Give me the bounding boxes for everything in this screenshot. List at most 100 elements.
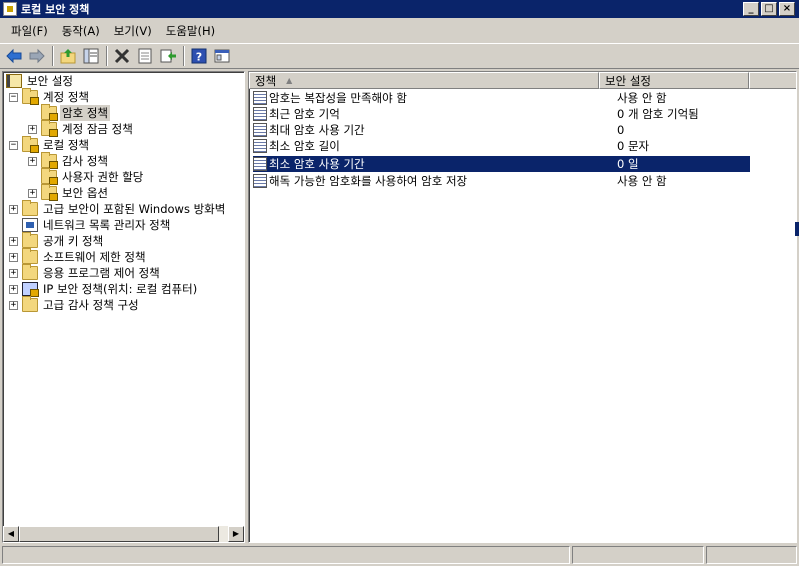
help-icon[interactable]: ? (188, 45, 210, 67)
scroll-right-icon[interactable]: ▶ (228, 526, 244, 542)
tree-item-label: 네트워크 목록 관리자 정책 (43, 218, 171, 232)
folder-lock-icon (41, 168, 58, 185)
network-list-icon (22, 218, 38, 232)
folder-icon (22, 248, 38, 264)
expand-toggle[interactable]: + (28, 188, 37, 198)
tree-item-advanced-audit[interactable]: + 고급 감사 정책 구성 (9, 296, 141, 313)
policy-icon (253, 139, 267, 153)
tree-item-account-lockout-policy[interactable]: + 계정 잠금 정책 (28, 120, 135, 137)
folder-lock-icon (41, 152, 58, 169)
minimize-button[interactable]: _ (743, 2, 759, 16)
expand-toggle[interactable]: + (9, 204, 18, 214)
console-tree-icon[interactable] (211, 45, 233, 67)
tree-item-account-policies[interactable]: − 계정 정책 (9, 88, 91, 105)
tree-item-software-restriction[interactable]: + 소프트웨어 제한 정책 (9, 248, 148, 265)
column-header-label: 정책 (255, 73, 277, 88)
status-panel (572, 546, 704, 564)
policy-name: 최소 암호 길이 (269, 139, 340, 153)
expand-toggle[interactable]: + (9, 300, 18, 310)
up-folder-icon[interactable] (57, 45, 79, 67)
list-row-selected[interactable]: 최소 암호 사용 기간 0 일 (253, 156, 750, 172)
tree-item-application-control[interactable]: + 응용 프로그램 제어 정책 (9, 264, 162, 281)
folder-icon (22, 264, 38, 280)
tree-item-audit-policy[interactable]: + 감사 정책 (28, 152, 110, 169)
app-icon (3, 2, 17, 16)
menu-action[interactable]: 동작(A) (55, 21, 107, 41)
status-panel (2, 546, 570, 564)
security-settings-icon (6, 74, 22, 88)
forward-icon[interactable] (26, 45, 48, 67)
tree-item-label: 암호 정책 (60, 105, 110, 121)
ip-security-icon (22, 282, 39, 297)
title-bar: 로컬 보안 정책 _ □ × (0, 0, 799, 18)
tree-item-security-options[interactable]: + 보안 옵션 (28, 184, 110, 201)
menu-view[interactable]: 보기(V) (107, 21, 159, 41)
policy-icon (253, 123, 267, 137)
policy-setting: 사용 안 함 (617, 91, 667, 105)
expand-toggle[interactable]: + (9, 236, 18, 246)
list-row[interactable]: 최근 암호 기억 0 개 암호 기억됨 (253, 106, 750, 122)
tree-item-label: 계정 잠금 정책 (62, 122, 133, 136)
policy-name: 최소 암호 사용 기간 (269, 157, 365, 171)
maximize-button[interactable]: □ (761, 2, 777, 16)
toolbar-separator (106, 46, 108, 66)
menu-file[interactable]: 파일(F) (4, 21, 55, 41)
expand-toggle[interactable]: + (28, 124, 37, 134)
list-row[interactable]: 최소 암호 길이 0 문자 (253, 138, 750, 154)
policy-name: 해독 가능한 암호화를 사용하여 암호 저장 (269, 174, 468, 188)
tree-item-security-settings[interactable]: 보안 설정 (6, 73, 75, 89)
show-tree-icon[interactable] (80, 45, 102, 67)
tree-item-password-policy[interactable]: 암호 정책 (28, 104, 110, 121)
sort-ascending-icon: ▲ (286, 76, 293, 85)
tree-item-ip-security[interactable]: + IP 보안 정책(위치: 로컬 컴퓨터) (9, 281, 199, 297)
policy-icon (253, 107, 267, 121)
policy-name: 최근 암호 기억 (269, 107, 340, 121)
svg-text:?: ? (196, 51, 202, 64)
policy-setting: 0 일 (617, 157, 639, 171)
list-row[interactable]: 암호는 복잡성을 만족해야 함 사용 안 함 (253, 90, 750, 106)
export-icon[interactable] (157, 45, 179, 67)
collapse-toggle[interactable]: − (9, 140, 18, 150)
properties-icon[interactable] (134, 45, 156, 67)
expand-toggle[interactable]: + (9, 284, 18, 294)
folder-lock-icon (41, 184, 58, 201)
console-tree[interactable]: 보안 설정 − 계정 정책 암호 정책 + 계정 잠금 정책 − 로컬 정책 +… (2, 71, 245, 543)
tree-item-network-list-manager[interactable]: 네트워크 목록 관리자 정책 (9, 217, 172, 233)
tree-horizontal-scrollbar[interactable]: ◀ ▶ (3, 526, 244, 542)
tree-item-user-rights-assignment[interactable]: 사용자 권한 할당 (28, 168, 145, 185)
policy-icon (253, 174, 267, 188)
expand-toggle[interactable]: + (28, 156, 37, 166)
folder-lock-icon (41, 120, 58, 137)
scroll-thumb[interactable] (19, 526, 219, 542)
back-icon[interactable] (3, 45, 25, 67)
policy-setting: 0 (617, 123, 625, 137)
tree-item-windows-firewall[interactable]: + 고급 보안이 포함된 Windows 방화벽 (9, 200, 227, 217)
policy-list[interactable]: 정책 ▲ 보안 설정 암호는 복잡성을 만족해야 함 사용 안 함 최근 암호 … (248, 71, 797, 543)
tree-item-public-key-policies[interactable]: + 공개 키 정책 (9, 232, 105, 249)
menu-help[interactable]: 도움말(H) (159, 21, 222, 41)
list-row[interactable]: 해독 가능한 암호화를 사용하여 암호 저장 사용 안 함 (253, 173, 750, 189)
delete-icon[interactable] (111, 45, 133, 67)
scroll-left-icon[interactable]: ◀ (3, 526, 19, 542)
close-button[interactable]: × (779, 2, 795, 16)
folder-icon (22, 200, 38, 216)
policy-setting: 0 개 암호 기억됨 (617, 107, 699, 121)
column-header-setting[interactable]: 보안 설정 (599, 72, 749, 89)
column-header-policy[interactable]: 정책 ▲ (249, 72, 599, 89)
collapse-toggle[interactable]: − (9, 92, 18, 102)
scroll-track[interactable] (19, 526, 228, 542)
folder-lock-icon (22, 88, 39, 105)
expand-toggle[interactable]: + (9, 268, 18, 278)
column-header-empty (749, 72, 796, 89)
status-bar (0, 545, 799, 566)
list-row[interactable]: 최대 암호 사용 기간 0 (253, 122, 750, 138)
tree-item-label: 소프트웨어 제한 정책 (43, 250, 146, 264)
tree-item-label: 응용 프로그램 제어 정책 (43, 266, 160, 280)
tree-item-label: 보안 옵션 (62, 186, 108, 200)
tree-item-label: 계정 정책 (43, 90, 89, 104)
policy-icon (253, 91, 267, 105)
policy-setting: 0 문자 (617, 139, 650, 153)
policy-name: 암호는 복잡성을 만족해야 함 (269, 91, 407, 105)
tree-item-local-policies[interactable]: − 로컬 정책 (9, 136, 91, 153)
expand-toggle[interactable]: + (9, 252, 18, 262)
